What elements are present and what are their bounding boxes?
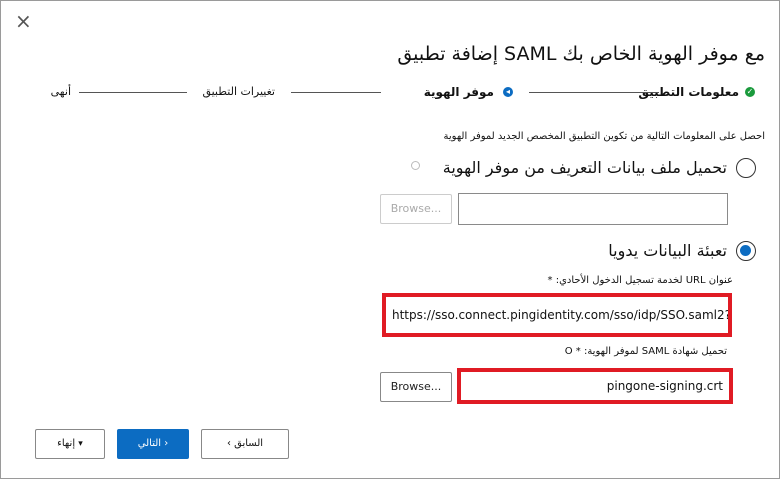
back-label: السابق xyxy=(234,438,264,449)
step-connector xyxy=(291,92,381,93)
metadata-radio[interactable] xyxy=(736,158,756,178)
chevron-right-icon: › xyxy=(164,438,169,449)
manual-radio[interactable] xyxy=(736,241,756,261)
step-connector xyxy=(79,92,187,93)
step-connector xyxy=(529,92,659,93)
dialog-window: × إضافة تطبيق SAML مع موفر الهوية الخاص … xyxy=(0,0,780,479)
manual-option-label: تعبئة البيانات يدويا xyxy=(608,241,727,260)
dialog-title: إضافة تطبيق SAML مع موفر الهوية الخاص بك xyxy=(397,43,765,65)
current-step-arrow-icon: ◂ xyxy=(503,87,513,97)
close-icon[interactable]: × xyxy=(15,11,32,31)
step-finish: أنهى xyxy=(50,85,71,98)
form-description: احصل على المعلومات التالية من تكوين التط… xyxy=(443,131,765,142)
metadata-file-input[interactable] xyxy=(458,193,728,225)
cert-file-input[interactable]: pingone-signing.crt xyxy=(461,372,729,400)
sso-url-input[interactable]: https://sso.connect.pingidentity.com/sso… xyxy=(386,297,728,333)
check-icon: ✓ xyxy=(745,87,755,97)
info-icon xyxy=(411,161,420,170)
sso-url-highlight: https://sso.connect.pingidentity.com/sso… xyxy=(382,293,732,337)
step-identity-provider: موفر الهوية xyxy=(423,85,494,99)
next-label: التالي xyxy=(137,438,162,449)
step-app-changes: تغييرات التطبيق xyxy=(202,85,275,98)
finish-button[interactable]: إنهاء ▾ xyxy=(35,429,105,459)
cert-highlight: pingone-signing.crt xyxy=(457,368,733,404)
next-button[interactable]: التالي › xyxy=(117,429,189,459)
chevron-left-icon: ‹ xyxy=(226,438,231,449)
back-button[interactable]: ‹ السابق xyxy=(201,429,289,459)
chevron-down-icon: ▾ xyxy=(78,439,83,449)
sso-url-label: عنوان URL لخدمة تسجيل الدخول الأحادي: * xyxy=(547,275,733,286)
metadata-browse-button[interactable]: Browse... xyxy=(380,194,452,224)
cert-browse-button[interactable]: Browse... xyxy=(380,372,452,402)
metadata-option-label: تحميل ملف بيانات التعريف من موفر الهوية xyxy=(442,158,727,177)
cert-label: تحميل شهادة SAML لموفر الهوية: * O xyxy=(564,346,727,357)
finish-label: إنهاء xyxy=(57,438,76,449)
